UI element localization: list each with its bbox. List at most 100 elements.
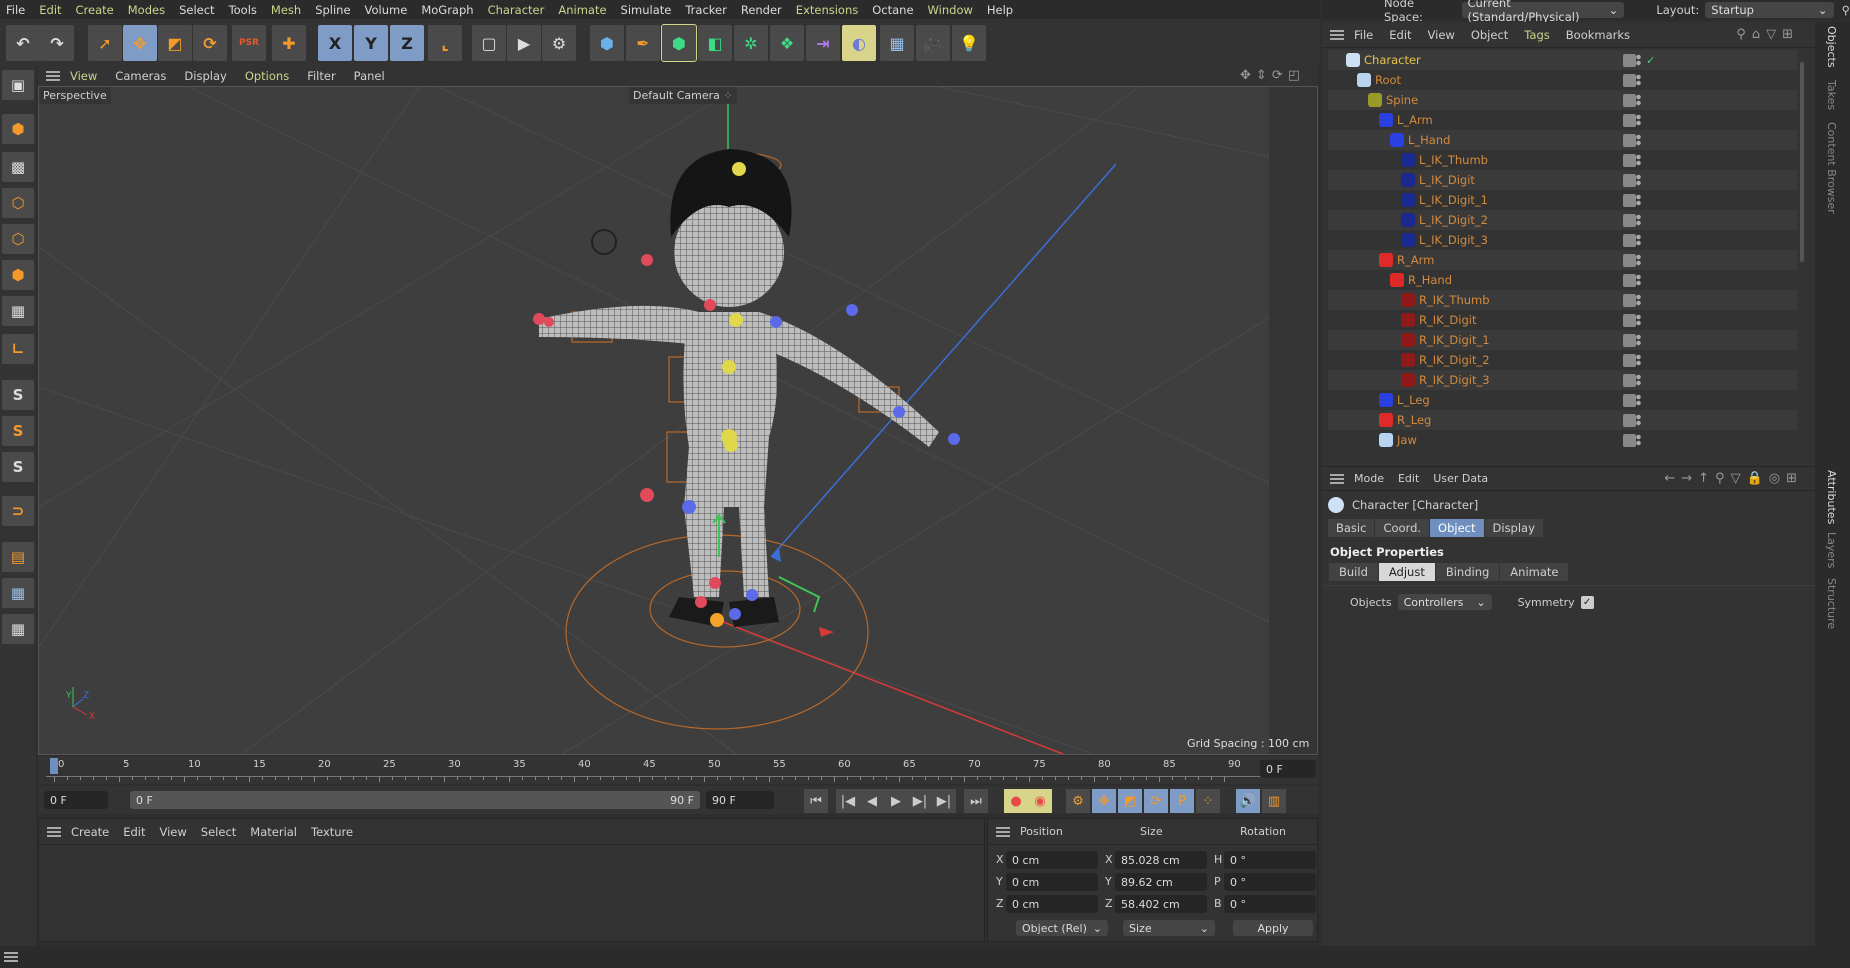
material-menu-create[interactable]: Create [71,825,109,839]
current-frame-field[interactable]: 0 F [1260,760,1316,778]
key-parameter-button[interactable]: P [1170,789,1194,813]
object-row[interactable]: R_IK_Digit_2 [1328,350,1798,370]
rotate-gizmo[interactable] [778,576,821,613]
menu-render[interactable]: Render [741,3,782,17]
grid-button[interactable]: ▦ [2,578,34,608]
position-x-field[interactable]: 0 cm [1006,851,1098,869]
psr-button[interactable]: PSR [232,25,266,61]
subtab-binding[interactable]: Binding [1435,563,1500,581]
end-frame-field[interactable]: 90 F [706,791,774,809]
dolly-icon[interactable]: ⇕ [1256,68,1272,83]
object-row[interactable]: R_IK_Digit [1328,310,1798,330]
subtab-adjust[interactable]: Adjust [1378,563,1435,581]
object-row[interactable]: R_Leg [1328,410,1798,430]
menu-mograph[interactable]: MoGraph [421,3,473,17]
node-space-dropdown[interactable]: Current (Standard/Physical) ⌄ [1461,0,1625,24]
render-view-button[interactable]: ▢ [472,25,506,61]
sound-button[interactable]: 🔊 [1236,789,1260,813]
frame-range-slider[interactable]: 0 F 90 F [130,791,700,809]
maximize-icon[interactable]: ◰ [1288,68,1305,83]
menu-create[interactable]: Create [76,3,114,17]
editor-render-dots-icon[interactable] [1636,374,1641,386]
view-mode-button[interactable]: ▣ [2,70,34,100]
home-icon[interactable]: ⌂ [1752,27,1766,42]
object-row[interactable]: R_IK_Digit_3 [1328,370,1798,390]
editor-render-dots-icon[interactable] [1636,274,1641,286]
forward-icon[interactable]: → [1681,471,1698,486]
side-tab-attributes[interactable]: Attributes [1825,470,1838,524]
tab-basic[interactable]: Basic [1328,519,1375,537]
visibility-toggle[interactable] [1623,373,1636,387]
coordinate-system-button[interactable]: ⌞ [428,25,462,61]
camera-button[interactable]: 🎥 [916,25,950,61]
side-tab-objects[interactable]: Objects [1825,26,1838,68]
editor-render-dots-icon[interactable] [1636,194,1641,206]
key-scale-button[interactable]: ◩ [1118,789,1142,813]
move-gizmo-x[interactable] [819,627,834,637]
object-menu-file[interactable]: File [1354,28,1373,42]
side-tab-content-browser[interactable]: Content Browser [1825,122,1838,214]
material-menu-material[interactable]: Material [250,825,297,839]
lock-icon[interactable]: 🔒 [1747,471,1769,486]
floor-button[interactable]: ▦ [880,25,914,61]
object-row[interactable]: L_IK_Digit_3 [1328,230,1798,250]
workplane-button[interactable]: ▤ [2,542,34,572]
material-menu-edit[interactable]: Edit [123,825,145,839]
object-row[interactable]: Character ✓ [1328,50,1798,70]
scale-button[interactable]: ◩ [158,25,192,61]
editor-render-dots-icon[interactable] [1636,234,1641,246]
start-frame-field[interactable]: 0 F [44,791,108,809]
menu-edit[interactable]: Edit [39,3,61,17]
menu-help[interactable]: Help [987,3,1013,17]
attribute-menu-edit[interactable]: Edit [1398,472,1419,485]
visibility-toggle[interactable] [1623,133,1636,147]
editor-render-dots-icon[interactable] [1636,254,1641,266]
menu-animate[interactable]: Animate [558,3,606,17]
menu-mesh[interactable]: Mesh [271,3,301,17]
size-mode-dropdown[interactable]: Size ⌄ [1123,920,1215,936]
tab-coord[interactable]: Coord. [1375,519,1430,537]
object-row[interactable]: L_IK_Digit_1 [1328,190,1798,210]
attribute-menu-mode[interactable]: Mode [1354,472,1384,485]
object-row[interactable]: L_Hand [1328,130,1798,150]
editor-render-dots-icon[interactable] [1636,94,1641,106]
deformer-button[interactable]: ⇥ [806,25,840,61]
editor-render-dots-icon[interactable] [1636,74,1641,86]
field-button[interactable]: ◐ [842,25,876,61]
menu-spline[interactable]: Spline [315,3,350,17]
position-z-field[interactable]: 0 cm [1006,895,1098,913]
material-menu-view[interactable]: View [160,825,187,839]
next-frame-button[interactable]: ▶| [908,789,932,813]
object-menu-object[interactable]: Object [1471,28,1508,42]
visibility-toggle[interactable] [1623,273,1636,287]
object-row[interactable]: Root [1328,70,1798,90]
menu-icon[interactable] [996,826,1010,837]
size-y-field[interactable]: 89.62 cm [1115,873,1207,891]
back-icon[interactable]: ← [1664,471,1681,486]
move-button[interactable]: ✥ [123,25,157,61]
side-tab-layers[interactable]: Layers [1825,532,1838,568]
editor-render-dots-icon[interactable] [1636,414,1641,426]
workplane-snap-button[interactable]: S [2,452,34,482]
scrollbar[interactable] [1800,62,1804,262]
visibility-toggle[interactable] [1623,233,1636,247]
filter-icon[interactable]: ▽ [1766,27,1782,42]
subdivision-button[interactable]: ⬢ [661,24,697,62]
object-menu-bookmarks[interactable]: Bookmarks [1566,28,1630,42]
visibility-toggle[interactable] [1623,73,1636,87]
viewport-menu-panel[interactable]: Panel [354,69,385,83]
key-pla-button[interactable]: ⁘ [1196,789,1220,813]
menu-modes[interactable]: Modes [128,3,165,17]
snap-button[interactable]: S [2,380,34,410]
key-position-button[interactable]: ✥ [1092,789,1116,813]
editor-render-dots-icon[interactable] [1636,54,1641,66]
cloner-button[interactable]: ✲ [734,25,768,61]
visibility-toggle[interactable] [1623,433,1636,447]
object-row[interactable]: L_Arm [1328,110,1798,130]
menu-icon[interactable] [1330,29,1344,40]
editor-render-dots-icon[interactable] [1636,154,1641,166]
new-window-icon[interactable]: ⊞ [1786,471,1803,486]
editor-render-dots-icon[interactable] [1636,334,1641,346]
search-icon[interactable]: ⚲ [1842,3,1850,17]
objects-dropdown[interactable]: Controllers ⌄ [1397,594,1492,610]
